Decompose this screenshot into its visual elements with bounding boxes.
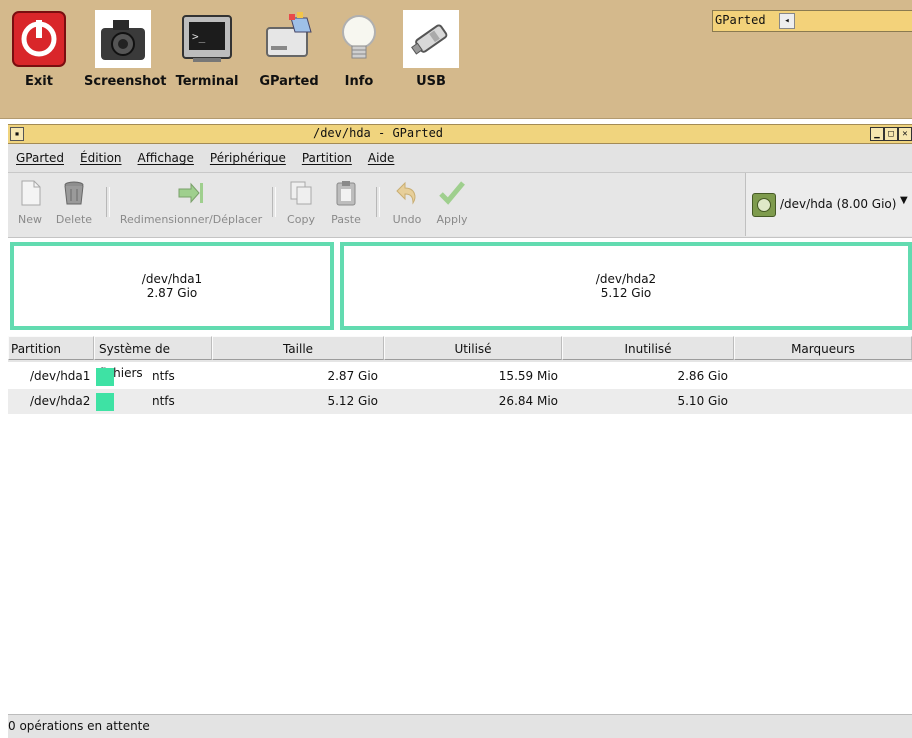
new-document-icon [16, 179, 44, 207]
new-label: New [18, 213, 42, 226]
delete-button[interactable]: Delete [52, 179, 96, 226]
launcher-gparted[interactable]: GParted [250, 10, 328, 89]
lightbulb-icon [331, 10, 387, 68]
undo-icon [393, 179, 421, 207]
copy-icon [287, 179, 315, 207]
launcher-gparted-label: GParted [259, 74, 319, 89]
window-titlebar[interactable]: ▪ /dev/hda - GParted ▁ □ ✕ [8, 124, 912, 144]
cell-size: 2.87 Gio [327, 369, 378, 383]
partition-block-name: /dev/hda2 [595, 272, 657, 286]
power-icon [11, 10, 67, 68]
menubar: GParted Édition Affichage Périphérique Parti… [8, 144, 912, 173]
toolbar: New Delete Redimensionner/Déplacer Copy … [8, 173, 912, 238]
undo-label: Undo [392, 213, 422, 226]
launcher-terminal-label: Terminal [175, 74, 239, 89]
table-row[interactable]: /dev/hda2 ntfs 5.12 Gio 26.84 Mio 5.10 G… [8, 389, 912, 414]
partition-block-name: /dev/hda1 [141, 272, 203, 286]
window-title: /dev/hda - GParted [312, 126, 444, 140]
menu-gparted[interactable]: GParted [8, 144, 72, 172]
hard-disk-icon [752, 193, 776, 217]
launcher-usb[interactable]: USB [392, 10, 470, 89]
svg-text:>_: >_ [192, 30, 206, 43]
paste-label: Paste [331, 213, 361, 226]
table-row[interactable]: /dev/hda1 ntfs 2.87 Gio 15.59 Mio 2.86 G… [8, 364, 912, 389]
filesystem-color-swatch [96, 368, 114, 386]
column-header-partition[interactable]: Partition [8, 336, 94, 360]
cell-filesystem: ntfs [152, 369, 175, 383]
menu-affichage[interactable]: Affichage [130, 144, 202, 172]
resize-move-button[interactable]: Redimensionner/Déplacer [116, 179, 266, 226]
resize-move-label: Redimensionner/Déplacer [119, 213, 263, 226]
new-button[interactable]: New [12, 179, 48, 226]
launcher-terminal[interactable]: >_ Terminal [168, 10, 246, 89]
statusbar: 0 opérations en attente [8, 714, 912, 738]
trash-icon [60, 179, 88, 207]
menu-aide[interactable]: Aide [360, 144, 403, 172]
dropdown-arrow-icon[interactable]: ▼ [900, 195, 908, 206]
toolbar-separator [272, 187, 276, 217]
launcher-exit[interactable]: Exit [0, 10, 78, 89]
copy-button[interactable]: Copy [282, 179, 320, 226]
cell-partition: /dev/hda1 [30, 369, 91, 383]
usb-drive-icon [403, 10, 459, 68]
delete-label: Delete [55, 213, 93, 226]
partition-block-size: 5.12 Gio [600, 286, 652, 300]
undo-button[interactable]: Undo [388, 179, 426, 226]
toolbar-separator [106, 187, 110, 217]
close-icon[interactable]: ✕ [898, 127, 912, 141]
menu-edition[interactable]: Édition [72, 144, 130, 172]
table-header: Partition Système de fichiers Taille Uti… [8, 336, 912, 380]
column-header-filesystem[interactable]: Système de fichiers [94, 336, 212, 380]
partition-block-hda1[interactable]: /dev/hda1 2.87 Gio [10, 242, 334, 330]
partition-table: Partition Système de fichiers Taille Uti… [8, 336, 912, 714]
filesystem-color-swatch [96, 393, 114, 411]
camera-icon [95, 10, 151, 68]
column-header-used[interactable]: Utilisé [384, 336, 562, 360]
paste-button[interactable]: Paste [326, 179, 366, 226]
launcher-screenshot[interactable]: Screenshot [84, 10, 167, 89]
partition-block-size: 2.87 Gio [146, 286, 198, 300]
paste-icon [332, 179, 360, 207]
terminal-icon: >_ [179, 10, 235, 68]
cell-unused: 5.10 Gio [677, 394, 728, 408]
apply-label: Apply [436, 213, 468, 226]
taskbar-label: GParted [715, 13, 766, 27]
launcher-panel: Exit Screenshot >_ Terminal GParted Info… [0, 0, 912, 119]
taskbar-button-gparted[interactable]: GParted ◂ [712, 10, 912, 32]
resize-arrow-icon [177, 179, 205, 207]
cell-filesystem: ntfs [152, 394, 175, 408]
launcher-info-label: Info [344, 74, 374, 89]
launcher-exit-label: Exit [25, 74, 53, 89]
cell-size: 5.12 Gio [327, 394, 378, 408]
taskbar-arrow-icon[interactable]: ◂ [779, 13, 795, 29]
copy-label: Copy [287, 213, 315, 226]
apply-button[interactable]: Apply [432, 179, 472, 226]
cell-used: 15.59 Mio [498, 369, 558, 383]
column-header-flags[interactable]: Marqueurs [734, 336, 912, 360]
menu-partition[interactable]: Partition [294, 144, 360, 172]
partition-block-hda2[interactable]: /dev/hda2 5.12 Gio [340, 242, 912, 330]
launcher-info[interactable]: Info [320, 10, 398, 89]
cell-unused: 2.86 Gio [677, 369, 728, 383]
column-header-size[interactable]: Taille [212, 336, 384, 360]
pending-operations-status: 0 opérations en attente [8, 719, 150, 733]
menu-peripherique[interactable]: Périphérique [202, 144, 294, 172]
partition-map: /dev/hda1 2.87 Gio /dev/hda2 5.12 Gio [8, 238, 912, 334]
checkmark-icon [438, 179, 466, 207]
gparted-icon [261, 10, 317, 68]
cell-partition: /dev/hda2 [30, 394, 91, 408]
cell-used: 26.84 Mio [498, 394, 558, 408]
device-label: /dev/hda (8.00 Gio) [780, 197, 897, 211]
minimize-icon[interactable]: ▁ [870, 127, 884, 141]
device-selector[interactable]: /dev/hda (8.00 Gio) ▼ [745, 173, 912, 236]
toolbar-separator [376, 187, 380, 217]
launcher-screenshot-label: Screenshot [84, 74, 167, 89]
maximize-icon[interactable]: □ [884, 127, 898, 141]
column-header-unused[interactable]: Inutilisé [562, 336, 734, 360]
launcher-usb-label: USB [416, 74, 446, 89]
